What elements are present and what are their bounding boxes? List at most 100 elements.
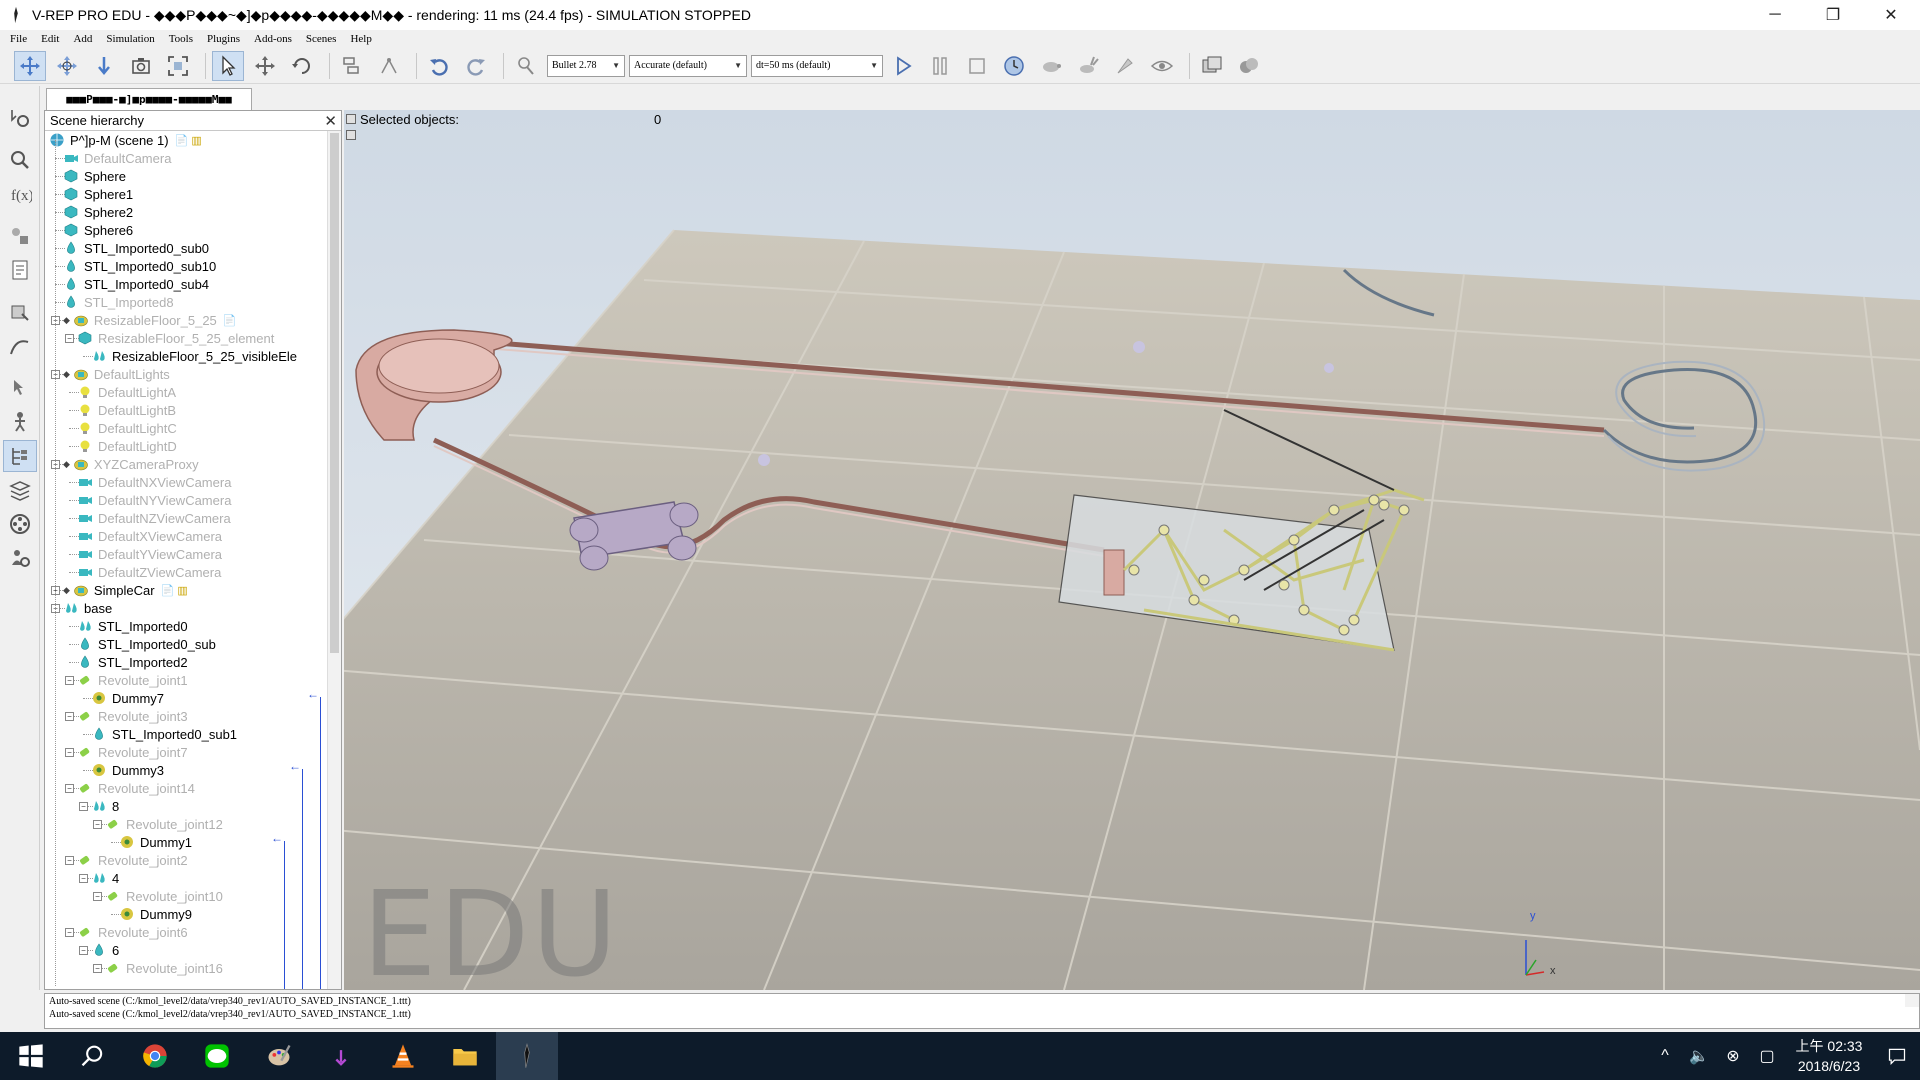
hierarchy-row[interactable]: STL_Imported0 — [77, 617, 188, 635]
hierarchy-row[interactable]: P^]p-M (scene 1) 📄 ▥ — [49, 131, 202, 149]
hierarchy-row[interactable]: STL_Imported0_sub0 — [63, 239, 209, 257]
network-disconnected-icon[interactable]: ⊗ — [1716, 1032, 1750, 1080]
hierarchy-row[interactable]: − Revolute_joint7 — [65, 743, 188, 761]
redo-button[interactable] — [460, 51, 492, 81]
menu-edit[interactable]: Edit — [41, 33, 59, 45]
hierarchy-row[interactable]: DefaultXViewCamera — [77, 527, 222, 545]
menu-tools[interactable]: Tools — [169, 33, 193, 45]
hierarchy-row[interactable]: DefaultLightD — [77, 437, 177, 455]
menu-add[interactable]: Add — [73, 33, 92, 45]
hierarchy-row[interactable]: − base — [51, 599, 112, 617]
shape-edit-button[interactable] — [3, 296, 37, 328]
speed-up-button[interactable] — [1072, 51, 1104, 81]
script-icon[interactable]: 📄 ▥ — [161, 584, 188, 597]
collapse-icon[interactable]: − — [79, 873, 88, 883]
undo-button[interactable] — [423, 51, 455, 81]
hierarchy-row[interactable]: DefaultLightB — [77, 401, 176, 419]
object-shift-button[interactable] — [249, 51, 281, 81]
menu-file[interactable]: File — [10, 33, 27, 45]
calculation-modules-button[interactable]: f(x) — [3, 178, 37, 210]
hierarchy-row[interactable]: + ◆ SimpleCar 📄 ▥ — [51, 581, 188, 599]
hierarchy-row[interactable]: Sphere — [63, 167, 126, 185]
chrome-taskbar-button[interactable] — [124, 1032, 186, 1080]
hierarchy-row[interactable]: −8 — [79, 797, 119, 815]
object-properties-button[interactable] — [3, 144, 37, 176]
close-icon[interactable]: ✕ — [324, 112, 337, 130]
hierarchy-row[interactable]: Dummy3 — [91, 761, 164, 779]
fit-to-view-button[interactable] — [162, 51, 194, 81]
taskbar-clock[interactable]: 上午 02:33 2018/6/23 — [1784, 1036, 1874, 1076]
scripts-button[interactable] — [3, 254, 37, 286]
camera-shift-button[interactable] — [88, 51, 120, 81]
collapse-icon[interactable]: − — [65, 675, 74, 685]
hierarchy-row[interactable]: − ResizableFloor_5_25_element — [65, 329, 274, 347]
hierarchy-row[interactable]: STL_Imported0_sub1 — [91, 725, 237, 743]
tray-expand-icon[interactable]: ^ — [1648, 1032, 1682, 1080]
collapse-icon[interactable]: − — [79, 945, 88, 955]
hierarchy-row[interactable]: DefaultZViewCamera — [77, 563, 221, 581]
collapse-icon[interactable]: − — [65, 711, 74, 721]
hierarchy-row[interactable]: STL_Imported0_sub10 — [63, 257, 216, 275]
hierarchy-row[interactable]: DefaultCamera — [63, 149, 171, 167]
hierarchy-row[interactable]: STL_Imported8 — [63, 293, 174, 311]
user-settings-button[interactable] — [3, 542, 37, 574]
hierarchy-row[interactable]: DefaultNYViewCamera — [77, 491, 231, 509]
notification-button[interactable] — [1874, 1032, 1920, 1080]
hierarchy-row[interactable]: − Revolute_joint6 — [65, 923, 188, 941]
hierarchy-row[interactable]: ResizableFloor_5_25_visibleEle — [91, 347, 297, 365]
viewport-view-toggle[interactable] — [346, 130, 356, 140]
transfer-dna-button[interactable] — [373, 51, 405, 81]
start-simulation-button[interactable] — [887, 51, 919, 81]
hierarchy-row[interactable]: − ◆ XYZCameraProxy — [51, 455, 199, 473]
timestep-select[interactable]: dt=50 ms (default) ▼ — [751, 54, 883, 77]
app-taskbar-button[interactable] — [310, 1032, 372, 1080]
selection-button[interactable] — [3, 372, 37, 404]
volume-icon[interactable]: 🔈 — [1682, 1032, 1716, 1080]
layers-button[interactable] — [3, 474, 37, 506]
restore-button[interactable]: ❐ — [1804, 0, 1862, 30]
hierarchy-row[interactable]: − Revolute_joint16 — [93, 959, 223, 977]
hierarchy-row[interactable]: Sphere6 — [63, 221, 133, 239]
line-taskbar-button[interactable] — [186, 1032, 248, 1080]
hierarchy-row[interactable]: DefaultNXViewCamera — [77, 473, 231, 491]
model-browser-button[interactable] — [3, 406, 37, 438]
script-icon[interactable]: 📄 ▥ — [175, 134, 202, 147]
simulation-settings-button[interactable] — [3, 102, 37, 134]
3d-viewport[interactable]: Selected objects: 0 EDU y x — [344, 110, 1920, 990]
script-icon[interactable]: 📄 — [223, 314, 237, 327]
menu-add-ons[interactable]: Add-ons — [254, 33, 292, 45]
menu-simulation[interactable]: Simulation — [106, 33, 154, 45]
collections-button[interactable] — [3, 220, 37, 252]
visualization-toggle-button[interactable] — [1146, 51, 1178, 81]
hierarchy-row[interactable]: − Revolute_joint3 — [65, 707, 188, 725]
scene-tab[interactable]: ■■■P■■■-■]■p■■■■-■■■■■M■■ — [46, 88, 252, 110]
scene-selector-button[interactable] — [1233, 51, 1265, 81]
hierarchy-row[interactable]: − ◆ DefaultLights — [51, 365, 170, 383]
explorer-taskbar-button[interactable] — [434, 1032, 496, 1080]
video-recorder-button[interactable] — [3, 508, 37, 540]
collapse-icon[interactable]: − — [65, 783, 74, 793]
stop-simulation-button[interactable] — [961, 51, 993, 81]
click-select-button[interactable] — [212, 50, 244, 81]
path-edit-button[interactable] — [3, 330, 37, 362]
collapse-icon[interactable]: − — [65, 747, 74, 757]
close-button[interactable]: ✕ — [1862, 0, 1920, 30]
minimize-button[interactable]: ─ — [1746, 0, 1804, 30]
assemble-button[interactable] — [336, 51, 368, 81]
hierarchy-row[interactable]: − Revolute_joint12 — [93, 815, 223, 833]
hierarchy-row[interactable]: Dummy1 — [119, 833, 192, 851]
search-button[interactable] — [62, 1032, 124, 1080]
object-rotate-button[interactable] — [286, 51, 318, 81]
hierarchy-row[interactable]: Dummy9 — [119, 905, 192, 923]
hierarchy-row[interactable]: Sphere1 — [63, 185, 133, 203]
vrep-taskbar-button[interactable] — [496, 1032, 558, 1080]
menu-help[interactable]: Help — [350, 33, 371, 45]
menu-plugins[interactable]: Plugins — [207, 33, 240, 45]
pause-simulation-button[interactable] — [924, 51, 956, 81]
hierarchy-row[interactable]: STL_Imported2 — [77, 653, 188, 671]
paint-taskbar-button[interactable] — [248, 1032, 310, 1080]
hierarchy-row[interactable]: DefaultLightC — [77, 419, 177, 437]
hierarchy-row[interactable]: Sphere2 — [63, 203, 133, 221]
hierarchy-row[interactable]: −6 — [79, 941, 119, 959]
hierarchy-scrollbar[interactable] — [327, 131, 341, 989]
